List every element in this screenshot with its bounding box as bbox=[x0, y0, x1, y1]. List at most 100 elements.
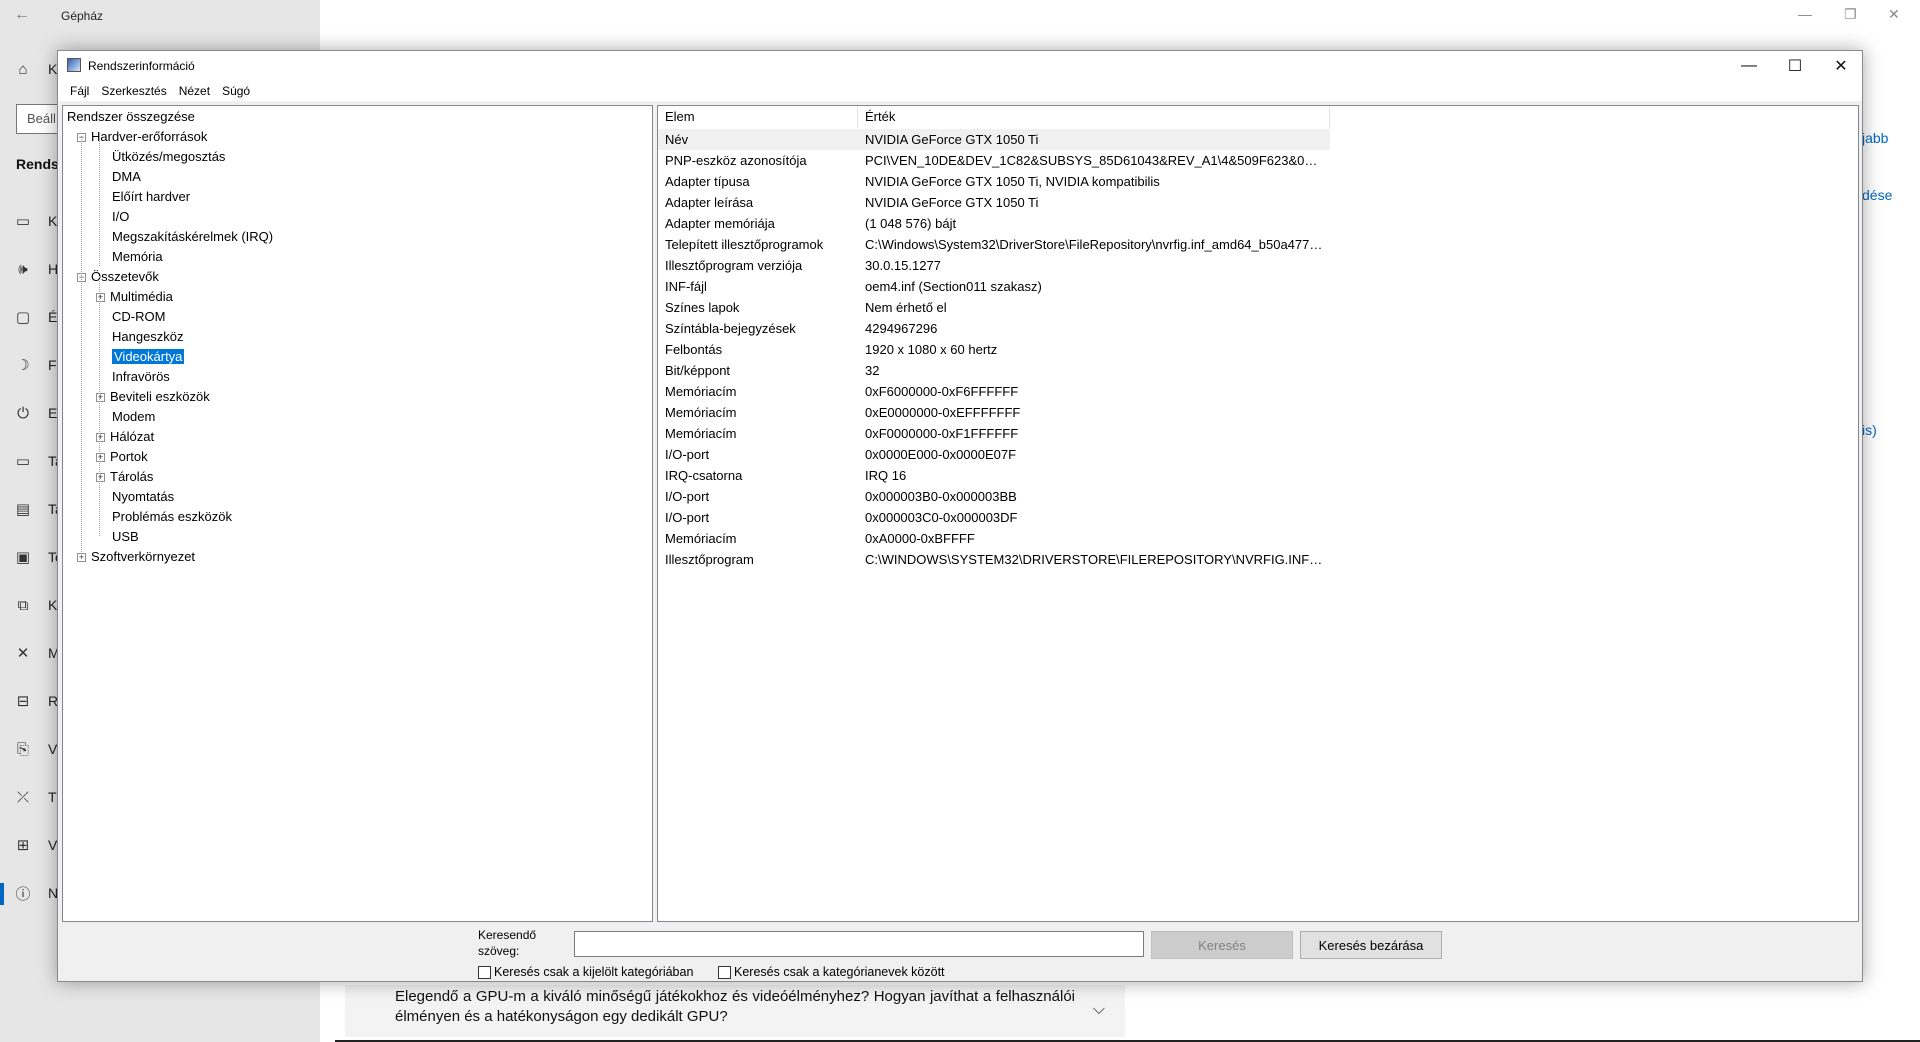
row-item: Adapter típusa bbox=[665, 174, 750, 189]
chevron-down-icon[interactable]: ⌵ bbox=[1093, 1001, 1105, 1019]
expand-icon[interactable]: + bbox=[96, 393, 105, 403]
tree-item[interactable]: CD-ROM bbox=[96, 308, 165, 326]
expand-icon[interactable]: + bbox=[96, 433, 105, 443]
tree-item[interactable]: + Multimédia bbox=[96, 288, 173, 306]
settings-nav-label: K bbox=[48, 61, 58, 77]
search-selected-only-checkbox[interactable]: Keresés csak a kijelölt kategóriában bbox=[478, 965, 693, 979]
tree-item[interactable]: Videokártya bbox=[96, 348, 185, 366]
minimize-icon[interactable]: — bbox=[1798, 6, 1812, 22]
table-row[interactable]: Bit/képpont 32 bbox=[658, 360, 1330, 381]
menu-edit[interactable]: Szerkesztés bbox=[95, 81, 172, 101]
table-row[interactable]: I/O-port 0x0000E000-0x0000E07F bbox=[658, 444, 1330, 465]
tree-item[interactable]: + Szoftverkörnyezet bbox=[77, 548, 195, 566]
table-row[interactable]: I/O-port 0x000003B0-0x000003BB bbox=[658, 486, 1330, 507]
tree-item[interactable]: USB bbox=[96, 528, 139, 546]
table-row[interactable]: IRQ-csatorna IRQ 16 bbox=[658, 465, 1330, 486]
table-row[interactable]: Adapter memóriája (1 048 576) bájt bbox=[658, 213, 1330, 234]
table-row[interactable]: Illesztőprogram C:\WINDOWS\SYSTEM32\DRIVE… bbox=[658, 549, 1330, 570]
maximize-button[interactable]: ☐ bbox=[1772, 51, 1818, 81]
tree-item[interactable]: Nyomtatás bbox=[96, 488, 174, 506]
faq-card[interactable]: Elegendő a GPU-m a kiváló minőségű játék… bbox=[345, 985, 1125, 1037]
multitasking-icon: ⧉ bbox=[17, 596, 29, 614]
category-tree[interactable]: Rendszer összegzése − Hardver-erőforrások Ü… bbox=[62, 105, 653, 922]
table-row[interactable]: Memóriacím 0xA0000-0xBFFFF bbox=[658, 528, 1330, 549]
table-row[interactable]: Illesztőprogram verziója 30.0.15.1277 bbox=[658, 255, 1330, 276]
expand-icon[interactable]: + bbox=[96, 453, 105, 463]
close-icon[interactable]: ✕ bbox=[1888, 6, 1900, 23]
table-row[interactable]: INF-fájl oem4.inf (Section011 szakasz) bbox=[658, 276, 1330, 297]
tree-item[interactable]: Rendszer összegzése bbox=[67, 108, 195, 126]
row-item: Bit/képpont bbox=[665, 363, 731, 378]
table-row[interactable]: PNP-eszköz azonosítója PCI\VEN_10DE&DEV_1… bbox=[658, 150, 1330, 171]
related-link-3[interactable]: is) bbox=[1862, 422, 1877, 438]
menu-file[interactable]: Fájl bbox=[64, 81, 95, 101]
tree-item[interactable]: + Portok bbox=[96, 448, 148, 466]
table-row[interactable]: Adapter típusa NVIDIA GeForce GTX 1050 Ti… bbox=[658, 171, 1330, 192]
tree-item[interactable]: Memória bbox=[96, 248, 163, 266]
tree-item[interactable]: − Összetevők bbox=[77, 268, 159, 286]
row-value: NVIDIA GeForce GTX 1050 Ti bbox=[865, 132, 1039, 147]
table-row[interactable]: Adapter leírása NVIDIA GeForce GTX 1050 T… bbox=[658, 192, 1330, 213]
table-row[interactable]: I/O-port 0x000003C0-0x000003DF bbox=[658, 507, 1330, 528]
table-row[interactable]: Név NVIDIA GeForce GTX 1050 Ti bbox=[658, 129, 1330, 150]
tree-item-label: Hálózat bbox=[110, 429, 155, 444]
tree-item[interactable]: + Beviteli eszközök bbox=[96, 388, 210, 406]
menu-bar: Fájl Szerkesztés Nézet Súgó bbox=[58, 81, 1862, 101]
tree-item[interactable]: + Tárolás bbox=[96, 468, 153, 486]
table-row[interactable]: Memóriacím 0xF0000000-0xF1FFFFFF bbox=[658, 423, 1330, 444]
menu-view[interactable]: Nézet bbox=[173, 81, 216, 101]
row-item: Név bbox=[665, 132, 689, 147]
shared-experiences-icon: ⊟ bbox=[16, 693, 30, 710]
column-header-item[interactable]: Elem bbox=[658, 106, 858, 128]
expand-icon[interactable]: + bbox=[96, 293, 105, 303]
related-link-1[interactable]: jabb bbox=[1862, 130, 1888, 146]
table-row[interactable]: Memóriacím 0xF6000000-0xF6FFFFFF bbox=[658, 381, 1330, 402]
close-search-button[interactable]: Keresés bezárása bbox=[1300, 931, 1442, 959]
minimize-button[interactable]: — bbox=[1726, 51, 1772, 81]
row-item: I/O-port bbox=[665, 489, 710, 504]
details-list[interactable]: Elem Érték Név NVIDIA GeForce GTX 1050 Ti… bbox=[657, 105, 1859, 922]
checkbox-box[interactable] bbox=[478, 965, 491, 979]
close-button[interactable]: ✕ bbox=[1818, 51, 1864, 81]
tree-item-label: Megszakításkérelmek (IRQ) bbox=[112, 229, 274, 244]
tree-item[interactable]: Hangeszköz bbox=[96, 328, 184, 346]
tree-connector bbox=[81, 136, 82, 556]
tree-item[interactable]: Infravörös bbox=[96, 368, 170, 386]
table-row[interactable]: Felbontás 1920 x 1080 x 60 hertz bbox=[658, 339, 1330, 360]
row-value: C:\Windows\System32\DriverStore\FileRepo… bbox=[865, 237, 1325, 252]
checkbox-box[interactable] bbox=[718, 965, 731, 979]
table-row[interactable]: Színes lapok Nem érhető el bbox=[658, 297, 1330, 318]
arrow-left-icon[interactable]: ← bbox=[14, 6, 30, 24]
menu-help[interactable]: Súgó bbox=[216, 81, 256, 101]
row-value: Nem érhető el bbox=[865, 300, 947, 315]
tree-item-label: USB bbox=[112, 529, 139, 544]
find-button[interactable]: Keresés bbox=[1151, 931, 1293, 959]
focus-icon: ☽ bbox=[16, 357, 30, 374]
tree-item[interactable]: DMA bbox=[96, 168, 141, 186]
row-value: C:\WINDOWS\SYSTEM32\DRIVERSTORE\FILEREPO… bbox=[865, 552, 1325, 567]
tree-item[interactable]: Problémás eszközök bbox=[96, 508, 232, 526]
tree-item[interactable]: Ütközés/megosztás bbox=[96, 148, 225, 166]
tree-item[interactable]: − Hardver-erőforrások bbox=[77, 128, 207, 146]
table-row[interactable]: Színtábla-bejegyzések 4294967296 bbox=[658, 318, 1330, 339]
settings-titlebar: ← Gépház — ❐ ✕ bbox=[0, 0, 1920, 34]
table-row[interactable]: Telepített illesztőprogramok C:\Windows\S… bbox=[658, 234, 1330, 255]
column-header-value[interactable]: Érték bbox=[858, 106, 1330, 128]
system-info-app-icon bbox=[67, 58, 81, 72]
row-item: Memóriacím bbox=[665, 531, 737, 546]
tree-item[interactable]: Megszakításkérelmek (IRQ) bbox=[96, 228, 273, 246]
tree-item[interactable]: I/O bbox=[96, 208, 129, 226]
search-input[interactable] bbox=[574, 931, 1144, 957]
tree-item[interactable]: Előírt hardver bbox=[96, 188, 190, 206]
row-item: Adapter memóriája bbox=[665, 216, 775, 231]
row-item: I/O-port bbox=[665, 510, 710, 525]
related-link-2[interactable]: dése bbox=[1862, 187, 1892, 203]
restore-icon[interactable]: ❐ bbox=[1844, 6, 1857, 23]
tree-item[interactable]: + Hálózat bbox=[96, 428, 154, 446]
search-names-only-checkbox[interactable]: Keresés csak a kategórianevek között bbox=[718, 965, 945, 979]
tree-item[interactable]: Modem bbox=[96, 408, 155, 426]
table-row[interactable]: Memóriacím 0xE0000000-0xEFFFFFFF bbox=[658, 402, 1330, 423]
tree-item-label: Problémás eszközök bbox=[112, 509, 232, 524]
about-grid-icon: ⊞ bbox=[16, 837, 30, 854]
expand-icon[interactable]: + bbox=[96, 473, 105, 483]
